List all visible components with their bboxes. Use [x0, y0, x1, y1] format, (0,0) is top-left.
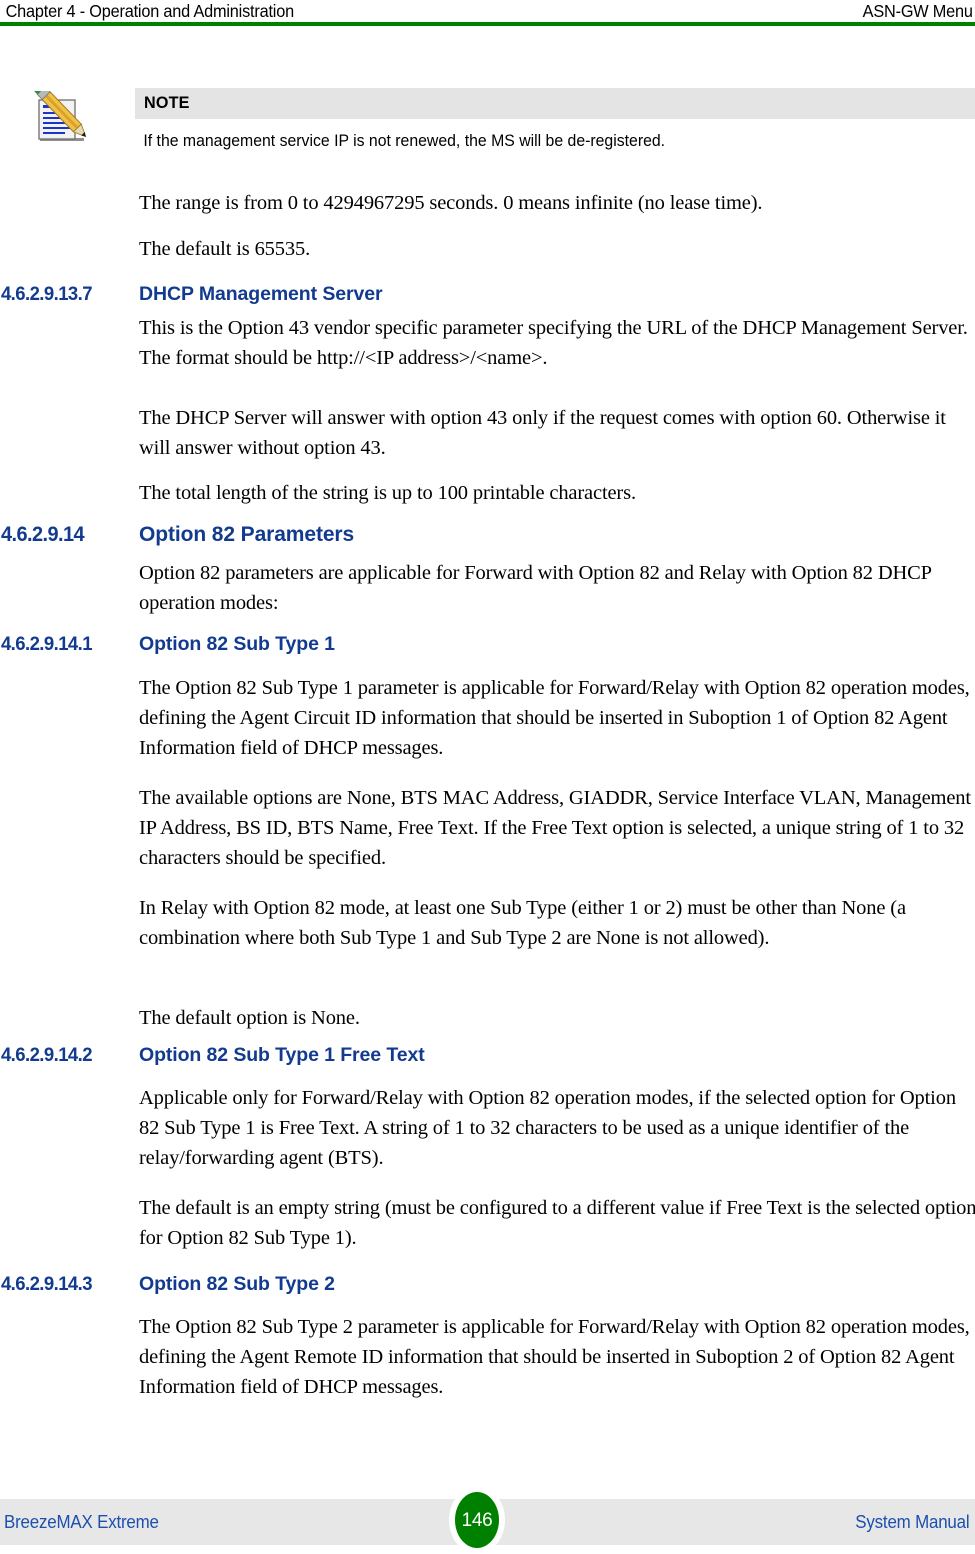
- page-number-disc: 146: [455, 1492, 499, 1548]
- section-heading-option-82-parameters: 4.6.2.9.14 Option 82 Parameters: [0, 521, 975, 548]
- running-header-right: ASN-GW Menu: [862, 1, 973, 21]
- section-2-paragraph-0: The Option 82 Sub Type 1 parameter is ap…: [139, 677, 970, 759]
- section-3-paragraph-1-wrap: The default is an empty string (must be …: [139, 1193, 975, 1253]
- note-text: If the management service IP is not rene…: [143, 131, 666, 150]
- section-title: Option 82 Sub Type 2: [139, 1273, 335, 1295]
- section-heading-option-82-sub-type-1-free-text: 4.6.2.9.14.2 Option 82 Sub Type 1 Free T…: [0, 1043, 975, 1068]
- note-title-bar: NOTE: [135, 88, 975, 119]
- section-0-paragraph-1-wrap: The DHCP Server will answer with option …: [139, 403, 975, 463]
- section-title: Option 82 Sub Type 1: [139, 633, 335, 655]
- section-number: 4.6.2.9.14.1: [0, 633, 93, 655]
- section-2-paragraph-1: The available options are None, BTS MAC …: [139, 787, 971, 869]
- section-1-paragraph-0: Option 82 parameters are applicable for …: [139, 562, 932, 614]
- page-footer: BreezeMAX Extreme 146 System Manual: [0, 1486, 975, 1554]
- note-title: NOTE: [144, 93, 190, 112]
- section-number: 4.6.2.9.14.2: [0, 1044, 93, 1066]
- intro-paragraph-2: The default is 65535.: [139, 238, 311, 260]
- section-0-paragraph-2: The total length of the string is up to …: [139, 482, 636, 504]
- section-3-paragraph-0: Applicable only for Forward/Relay with O…: [139, 1087, 956, 1169]
- note-block: NOTE If the management service IP is not…: [0, 82, 975, 168]
- section-2-paragraph-2-wrap: In Relay with Option 82 mode, at least o…: [139, 893, 975, 953]
- page-footer-inner: BreezeMAX Extreme 146 System Manual: [0, 1486, 975, 1554]
- section-2-paragraph-1-wrap: The available options are None, BTS MAC …: [139, 783, 975, 873]
- section-heading-option-82-sub-type-2: 4.6.2.9.14.3 Option 82 Sub Type 2: [0, 1272, 975, 1297]
- section-title: Option 82 Sub Type 1 Free Text: [139, 1044, 425, 1066]
- section-number: 4.6.2.9.14.3: [0, 1273, 93, 1295]
- section-2-paragraph-3: The default option is None.: [139, 1007, 360, 1029]
- footer-product-name: BreezeMAX Extreme: [4, 1512, 159, 1532]
- section-4-paragraph-0: The Option 82 Sub Type 2 parameter is ap…: [139, 1316, 970, 1398]
- footer-document-name: System Manual: [854, 1512, 969, 1532]
- section-3-paragraph-1: The default is an empty string (must be …: [139, 1197, 975, 1249]
- page-number-badge: 146: [449, 1486, 505, 1554]
- section-heading-option-82-sub-type-1: 4.6.2.9.14.1 Option 82 Sub Type 1: [0, 632, 975, 657]
- running-header-row: Chapter 4 - Operation and Administration…: [0, 0, 975, 22]
- page-number: 146: [461, 1509, 493, 1531]
- note-pencil-icon: [30, 82, 94, 149]
- section-number: 4.6.2.9.14: [0, 523, 85, 546]
- section-0-paragraph-2-wrap: The total length of the string is up to …: [139, 478, 975, 508]
- section-1-paragraph-0-wrap: Option 82 parameters are applicable for …: [139, 558, 975, 618]
- section-heading-dhcp-management-server: 4.6.2.9.13.7 DHCP Management Server: [0, 282, 975, 307]
- intro-paragraph-1-wrap: The range is from 0 to 4294967295 second…: [139, 188, 975, 218]
- section-2-paragraph-2: In Relay with Option 82 mode, at least o…: [139, 897, 906, 949]
- note-body: NOTE If the management service IP is not…: [135, 88, 975, 152]
- section-2-paragraph-0-wrap: The Option 82 Sub Type 1 parameter is ap…: [139, 673, 975, 763]
- section-0-paragraph-1: The DHCP Server will answer with option …: [139, 407, 946, 459]
- running-header-left: Chapter 4 - Operation and Administration: [5, 1, 295, 21]
- intro-paragraph-2-wrap: The default is 65535.: [139, 234, 975, 264]
- intro-paragraph-1: The range is from 0 to 4294967295 second…: [139, 192, 763, 214]
- section-3-paragraph-0-wrap: Applicable only for Forward/Relay with O…: [139, 1083, 975, 1173]
- section-title: DHCP Management Server: [139, 283, 383, 305]
- header-rule: [0, 22, 975, 26]
- section-title: Option 82 Parameters: [139, 523, 355, 546]
- section-4-paragraph-0-wrap: The Option 82 Sub Type 2 parameter is ap…: [139, 1312, 975, 1402]
- section-0-paragraph-0: This is the Option 43 vendor specific pa…: [139, 317, 968, 369]
- section-number: 4.6.2.9.13.7: [0, 283, 93, 305]
- section-0-paragraph-0-wrap: This is the Option 43 vendor specific pa…: [139, 313, 975, 373]
- section-2-paragraph-3-wrap: The default option is None.: [139, 1003, 975, 1033]
